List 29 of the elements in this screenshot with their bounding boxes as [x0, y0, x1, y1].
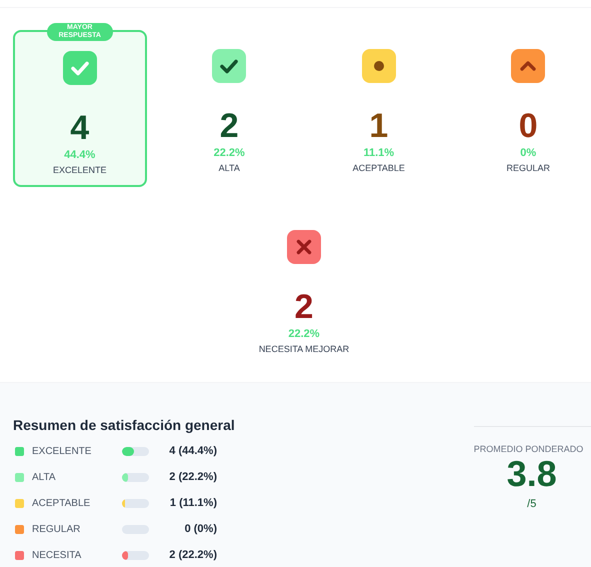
legend-label: NECESITA [32, 548, 82, 562]
legend-label: EXCELENTE [32, 444, 92, 458]
legend-label: REGULAR [32, 522, 82, 536]
rating-percent: 0% [520, 148, 536, 159]
rating-percent: 44.4% [64, 150, 96, 161]
rating-label: NECESITA MEJORAR [258, 345, 350, 354]
rating-percent: 11.1% [363, 148, 394, 159]
rating-percent: 22.2% [288, 329, 320, 340]
summary-title: Resumen de satisfacción general [13, 416, 235, 435]
rating-label: REGULAR [506, 164, 550, 173]
rating-count: 4 [70, 111, 90, 145]
legend-value: 0 (0%) [184, 522, 217, 537]
average-scale: /5 [526, 497, 538, 512]
rating-label: ACEPTABLE [352, 164, 405, 173]
legend-label: ALTA [32, 470, 57, 484]
rating-count: 0 [518, 109, 538, 143]
rating-count: 2 [220, 109, 239, 143]
legend-value: 2 (22.2%) [168, 548, 217, 563]
average-label: PROMEDIO PONDERADO [474, 445, 584, 454]
rating-count: 1 [369, 109, 388, 143]
rating-label: ALTA [218, 164, 240, 173]
legend-value: 2 (22.2%) [168, 470, 217, 485]
average-value: 3.8 [506, 456, 558, 492]
legend-value: 1 (11.1%) [168, 496, 217, 511]
legend-label: ACEPTABLE [32, 496, 92, 510]
legend-value: 4 (44.4%) [168, 444, 217, 459]
rating-label: EXCELENTE [52, 166, 107, 175]
rating-percent: 22.2% [214, 148, 245, 159]
rating-count: 2 [294, 290, 314, 324]
